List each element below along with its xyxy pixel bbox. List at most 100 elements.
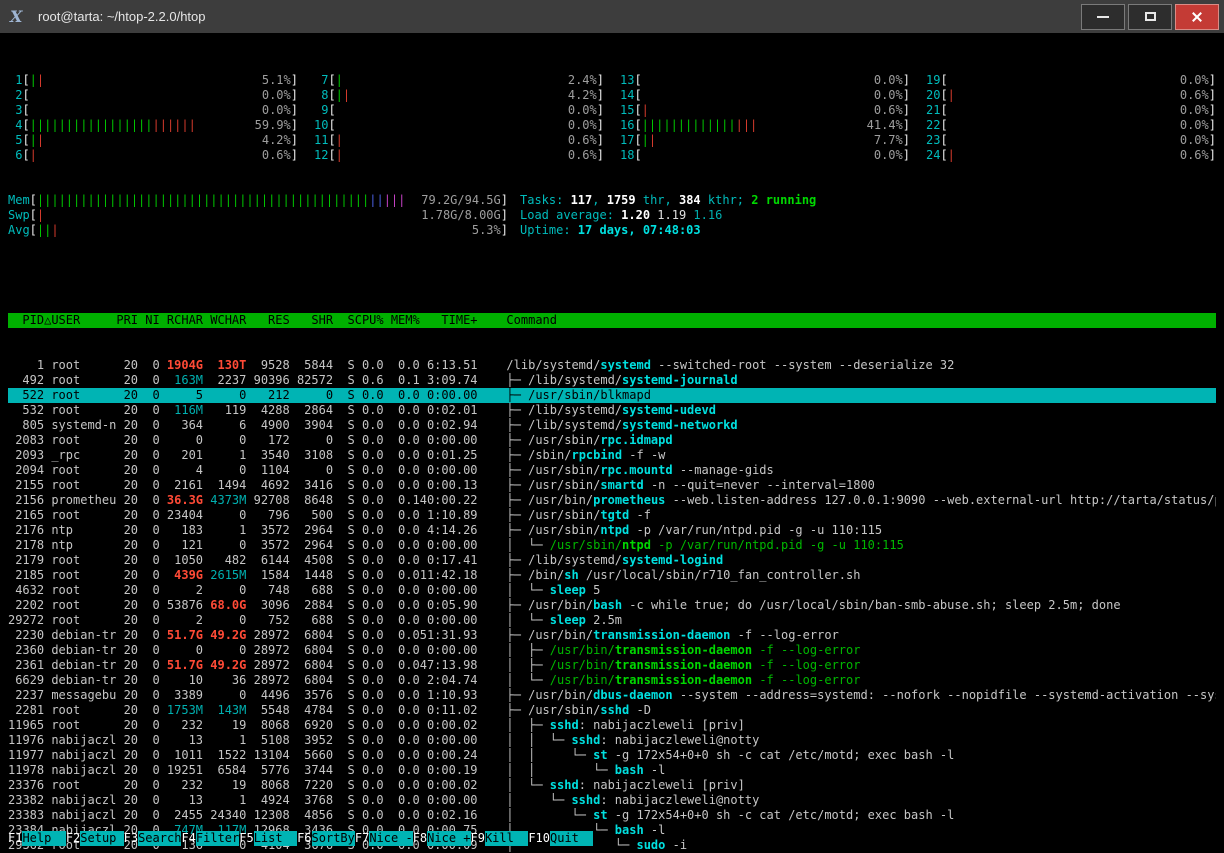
- header-bottom: Mem[||||||||||||||||||||||||||||||||||||…: [8, 193, 1216, 238]
- process-row[interactable]: 23382nabijaczl20013149243768S0.00.00:00.…: [8, 793, 1216, 808]
- process-row[interactable]: 23383nabijaczl200245524340123084856S0.00…: [8, 808, 1216, 823]
- process-row[interactable]: 2360debian-tr20000289726804S0.00.00:00.0…: [8, 643, 1216, 658]
- process-row[interactable]: 23376root2002321980687220S0.00.00:00.02│…: [8, 778, 1216, 793]
- close-button[interactable]: [1175, 4, 1219, 30]
- cell-res: 90396: [246, 373, 289, 388]
- cell-shr: 3744: [290, 763, 333, 778]
- cell-pri: 20: [116, 658, 138, 673]
- minimize-button[interactable]: [1081, 4, 1125, 30]
- cell-cpu-percent: 0.0: [355, 628, 384, 643]
- process-row[interactable]: 2178ntp200121035722964S0.00.00:00.00│ └─…: [8, 538, 1216, 553]
- process-row[interactable]: 4632root20020748688S0.00.00:00.00│ └─ sl…: [8, 583, 1216, 598]
- process-row[interactable]: 2237messagebu2003389044963576S0.00.01:10…: [8, 688, 1216, 703]
- process-row[interactable]: 11976nabijaczl20013151083952S0.00.00:00.…: [8, 733, 1216, 748]
- cell-ni: 0: [138, 538, 160, 553]
- process-row[interactable]: 532root200116M11942882864S0.00.00:02.01├…: [8, 403, 1216, 418]
- process-row[interactable]: 2156prometheu20036.3G4373M927088648S0.00…: [8, 493, 1216, 508]
- cell-wchar: 19: [203, 778, 246, 793]
- process-row[interactable]: 492root200163M22379039682572S0.60.13:09.…: [8, 373, 1216, 388]
- process-row[interactable]: 29272root20020752688S0.00.00:00.00│ └─ s…: [8, 613, 1216, 628]
- process-row[interactable]: 805systemd-n200364649003904S0.00.00:02.9…: [8, 418, 1216, 433]
- fnkey-f4[interactable]: F4Filter: [181, 831, 239, 846]
- process-row[interactable]: 2176ntp200183135722964S0.00.04:14.26├─ /…: [8, 523, 1216, 538]
- column-header-user[interactable]: △USER: [44, 313, 116, 328]
- fnkey-f8[interactable]: F8Nice +: [413, 831, 471, 846]
- fnkey-f6[interactable]: F6SortBy: [297, 831, 355, 846]
- process-row[interactable]: 1root2001904G130T95285844S0.00.06:13.51/…: [8, 358, 1216, 373]
- fnkey-f10[interactable]: F10Quit: [528, 831, 593, 846]
- fnkey-f7[interactable]: F7Nice -: [355, 831, 413, 846]
- maximize-button[interactable]: [1128, 4, 1172, 30]
- fnkey-label: Nice +: [427, 831, 470, 846]
- process-row[interactable]: 2202root2005387668.0G30962884S0.00.00:05…: [8, 598, 1216, 613]
- fnkey-f5[interactable]: F5List: [239, 831, 297, 846]
- tree-branch: │ │ └─: [506, 748, 593, 762]
- process-row[interactable]: 11977nabijaczl20010111522131045660S0.00.…: [8, 748, 1216, 763]
- cell-ni: 0: [138, 433, 160, 448]
- cell-command: ├─ /usr/bin/prometheus --web.listen-addr…: [478, 493, 1216, 508]
- cell-user: root: [44, 553, 116, 568]
- command-segment: /usr/bin/: [528, 688, 593, 702]
- column-header-shr[interactable]: SHR: [290, 313, 333, 328]
- column-header-pid[interactable]: PID: [8, 313, 44, 328]
- process-row[interactable]: 2083root200001720S0.00.00:00.00├─ /usr/s…: [8, 433, 1216, 448]
- cell-pid: 2360: [8, 643, 44, 658]
- swp-meter-bar-r: |: [37, 208, 44, 222]
- column-header-pri[interactable]: PRI: [116, 313, 138, 328]
- cell-state: S: [333, 478, 355, 493]
- fnkey-f1[interactable]: F1Help: [8, 831, 66, 846]
- command-segment: st: [593, 748, 607, 762]
- cell-mem-percent: 0.0: [384, 448, 420, 463]
- cell-shr: 3952: [290, 733, 333, 748]
- process-row[interactable]: 6629debian-tr2001036289726804S0.00.02:04…: [8, 673, 1216, 688]
- column-header-wchar[interactable]: WCHAR: [203, 313, 246, 328]
- process-row[interactable]: 11965root2002321980686920S0.00.00:00.02│…: [8, 718, 1216, 733]
- column-header-ni[interactable]: NI: [138, 313, 160, 328]
- process-row[interactable]: 2094root2004011040S0.00.00:00.00├─ /usr/…: [8, 463, 1216, 478]
- cell-rchar: 0: [160, 433, 203, 448]
- cell-state: S: [333, 463, 355, 478]
- process-row-selected[interactable]: 522root200502120S0.00.00:00.00├─ /usr/sb…: [8, 388, 1216, 403]
- cell-cpu-percent: 0.0: [355, 388, 384, 403]
- titlebar[interactable]: X root@tarta: ~/htop-2.2.0/htop: [0, 0, 1224, 33]
- fnkey-f3[interactable]: F3Search: [124, 831, 182, 846]
- cell-command: ├─ /usr/sbin/blkmapd: [478, 388, 1216, 403]
- cpu-meter-14: 14[0.0%]: [620, 88, 910, 103]
- process-row[interactable]: 2165root200234040796500S0.00.01:10.89├─ …: [8, 508, 1216, 523]
- cpu-meter-6-bar: |0.6%: [30, 148, 291, 163]
- cell-res: 4924: [246, 793, 289, 808]
- column-header-cpu[interactable]: CPU%: [355, 313, 384, 328]
- column-header-res[interactable]: RES: [246, 313, 289, 328]
- cpu-meter-4-value: 59.9%: [255, 118, 291, 133]
- process-row[interactable]: 2155root2002161149446923416S0.00.00:00.1…: [8, 478, 1216, 493]
- process-row[interactable]: 2361debian-tr20051.7G49.2G289726804S0.00…: [8, 658, 1216, 673]
- column-header-rchar[interactable]: RCHAR: [160, 313, 203, 328]
- cpu-meter-24-bar: |0.6%: [948, 148, 1209, 163]
- column-header-mem[interactable]: MEM%: [384, 313, 420, 328]
- cpu-meter-14-bar: 0.0%: [642, 88, 903, 103]
- process-row[interactable]: 2185root200439G2615M15841448S0.00.011:42…: [8, 568, 1216, 583]
- cell-user: root: [44, 388, 116, 403]
- cell-state: S: [333, 448, 355, 463]
- column-header-time[interactable]: TIME+: [420, 313, 478, 328]
- column-header-s[interactable]: S: [333, 313, 355, 328]
- cell-pid: 23383: [8, 808, 44, 823]
- process-row[interactable]: 2179root200105048261444508S0.00.00:17.41…: [8, 553, 1216, 568]
- process-row[interactable]: 11978nabijaczl20019251658457763744S0.00.…: [8, 763, 1216, 778]
- cpu-meter-9-bar: 0.0%: [336, 103, 597, 118]
- process-row[interactable]: 2230debian-tr20051.7G49.2G289726804S0.00…: [8, 628, 1216, 643]
- command-segment: rpc.idmapd: [600, 433, 672, 447]
- fnkey-f2[interactable]: F2Setup: [66, 831, 124, 846]
- cell-cpu-percent: 0.6: [355, 373, 384, 388]
- cell-cpu-percent: 0.0: [355, 448, 384, 463]
- fnkey-f9[interactable]: F9Kill: [471, 831, 529, 846]
- cell-rchar: 2161: [160, 478, 203, 493]
- process-row[interactable]: 2093_rpc200201135403108S0.00.00:01.25├─ …: [8, 448, 1216, 463]
- cell-wchar: 143M: [203, 703, 246, 718]
- process-row[interactable]: 2281root2001753M143M55484784S0.00.00:11.…: [8, 703, 1216, 718]
- column-header-cmd[interactable]: Command: [478, 313, 1216, 328]
- cell-command: ├─ /usr/sbin/ntpd -p /var/run/ntpd.pid -…: [478, 523, 1216, 538]
- cell-ni: 0: [138, 748, 160, 763]
- command-segment: ntpd: [622, 538, 651, 552]
- cell-wchar: 2237: [203, 373, 246, 388]
